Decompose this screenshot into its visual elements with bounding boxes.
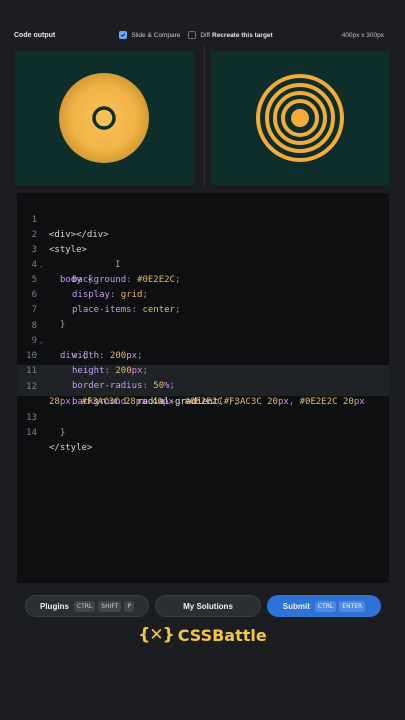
fold-chevron-icon[interactable]: ⌄ [39,334,43,349]
code-line-11[interactable]: 11 border-radius: 50%; [17,349,175,391]
target-preview [211,51,390,185]
code-line-6[interactable]: 6 place-items: center; [17,273,181,315]
code-prop: border-radius [72,381,143,391]
code-line-12-wrap[interactable]: 28px, #F3AC3C 28px 40px, #0E2E2C ); [17,380,239,407]
code-number: 40 [152,397,163,407]
text-cursor-icon: I [115,260,121,270]
target-center [291,109,309,127]
code-editor[interactable]: 1 <div></div> 2 <style> I 3 ⌄ body { 4 b… [17,193,389,583]
code-number: 28 [124,397,136,407]
code-punc: } [60,428,66,438]
code-line-7[interactable]: 7 } [17,288,66,330]
code-output-preview[interactable] [15,51,194,185]
plugins-label: Plugins [40,601,69,611]
code-number: 20 [342,397,354,407]
submit-button[interactable]: Submit CTRL ENTER [267,595,381,617]
code-line-12[interactable]: 12 background: radial-gradient(#F3AC3C 2… [17,365,365,407]
code-output-title: Code output [14,31,56,39]
code-line-13[interactable]: 13 } [17,396,65,438]
code-number: 200 [115,366,132,376]
output-toolbar: Code output Slide & Compare Diff [14,31,210,39]
code-line-9[interactable]: 9 width: 200px; [17,319,143,361]
checkbox-checked-icon [119,31,128,39]
target-toolbar: Recreate this target 400px x 300px [210,32,390,39]
code-prop: place-items [72,305,132,315]
kbd-enter: ENTER [339,600,366,612]
my-solutions-button[interactable]: My Solutions [155,595,261,617]
code-value: #F3AC3C [81,397,120,407]
action-bar: Plugins CTRL SHIFT P My Solutions Submit… [25,595,381,617]
cssbattle-logo-icon: {✕} [138,625,174,645]
kbd-ctrl: CTRL [314,600,337,612]
code-value: grid [120,290,143,300]
code-value: #0E2E2C [184,397,223,407]
line-number: 14 [26,428,37,438]
fold-chevron-icon[interactable]: ⌄ [39,258,43,273]
code-prop: display [72,290,110,300]
code-value: center [142,305,175,315]
code-number: 28 [49,397,60,407]
code-number: 20 [267,397,278,407]
code-prop: height [72,366,105,376]
brand-name: CSSBattle [177,625,267,645]
code-line-14[interactable]: 14 </style> [17,411,92,453]
code-value: #0E2E2C [137,275,175,285]
recreate-target-title: Recreate this target [212,31,273,39]
code-text: </style> [49,443,93,453]
code-line-4[interactable]: 4 background: #0E2E2C; [17,243,181,285]
diff-checkbox[interactable]: Diff [188,31,210,39]
kbd-ctrl: CTRL [73,600,96,612]
plugins-button[interactable]: Plugins CTRL SHIFT P [25,595,149,617]
kbd-p: P [124,600,134,612]
checkbox-unchecked-icon [188,31,197,39]
code-line-2[interactable]: 2 <style> I [17,213,121,270]
code-number: 50 [153,381,165,391]
code-number: 200 [109,351,127,361]
code-line-5[interactable]: 5 display: grid; [17,258,148,300]
kbd-shift: SHIFT [98,600,122,612]
submit-label: Submit [282,601,310,611]
slide-compare-checkbox[interactable]: Slide & Compare [119,31,180,39]
code-unit: px [126,351,138,361]
code-line-8[interactable]: 8 ⌄ div { [17,304,88,361]
preview-toolbar: Code output Slide & Compare Diff Recreat… [14,27,390,43]
code-line-3[interactable]: 3 ⌄ body { [17,228,93,285]
code-line-1[interactable]: 1 <div></div> [17,198,109,240]
output-disc [59,73,149,163]
code-text: <div></div> [49,230,109,240]
code-prop: width [72,351,100,361]
code-unit: px [131,366,143,376]
my-solutions-label: My Solutions [183,601,233,611]
code-value: #0E2E2C [299,397,338,407]
cssbattle-brand: {✕} CSSBattle [0,625,405,645]
diff-label: Diff [200,31,210,39]
code-text: <style> [49,245,87,255]
code-line-10[interactable]: 10 height: 200px; [17,334,148,376]
code-prop: background [72,275,127,285]
slide-compare-label: Slide & Compare [131,31,181,39]
target-size-label: 400px x 300px [341,31,384,39]
code-punc: } [60,320,66,330]
panel-divider [204,43,205,189]
